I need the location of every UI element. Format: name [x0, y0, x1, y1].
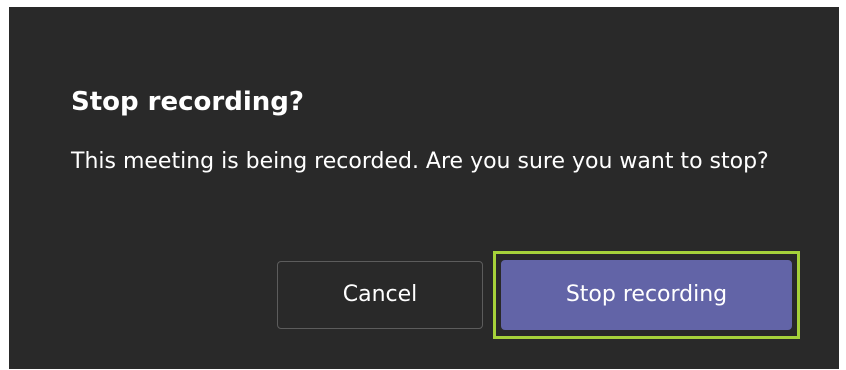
cancel-button[interactable]: Cancel	[277, 261, 483, 329]
dialog-message: This meeting is being recorded. Are you …	[71, 149, 769, 174]
stop-recording-button[interactable]: Stop recording	[501, 260, 792, 330]
dialog-title: Stop recording?	[71, 87, 304, 117]
stop-recording-dialog: Stop recording? This meeting is being re…	[9, 7, 839, 369]
